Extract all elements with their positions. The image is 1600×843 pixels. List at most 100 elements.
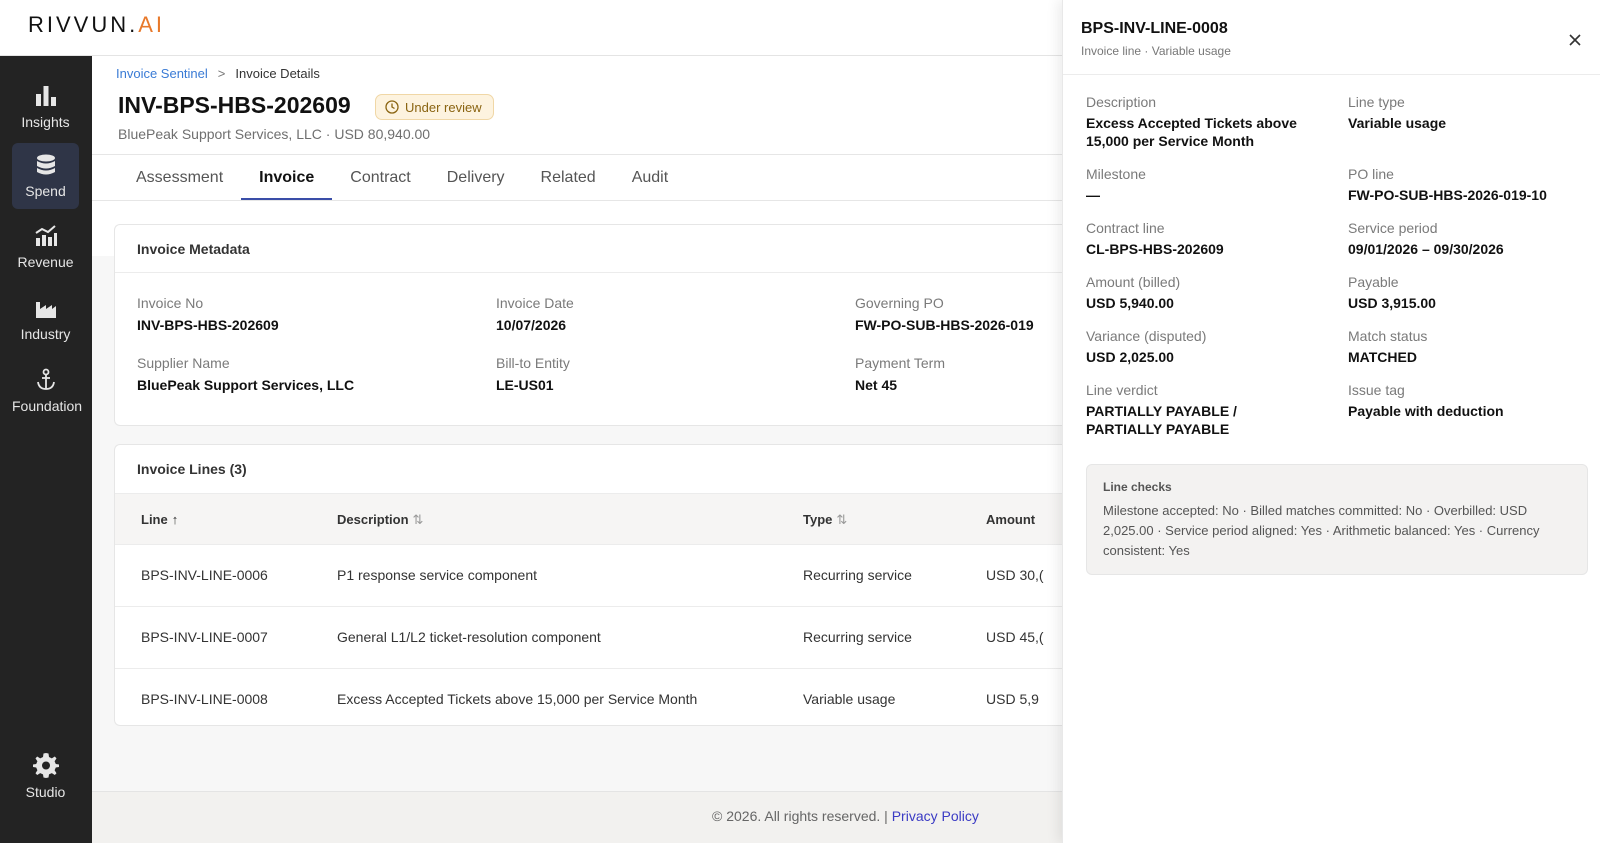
- divider: [1063, 74, 1600, 75]
- meta-invoice-date: Invoice Date 10/07/2026: [496, 295, 574, 333]
- field-value: Excess Accepted Tickets above 15,000 per…: [1086, 115, 1297, 149]
- field-value: Net 45: [855, 377, 898, 393]
- nav-item-insights[interactable]: Insights: [12, 74, 79, 140]
- breadcrumb-link-invoice-sentinel[interactable]: Invoice Sentinel: [116, 66, 208, 81]
- field-label: PO line: [1348, 166, 1394, 182]
- card-title: Invoice Lines (3): [137, 461, 247, 477]
- nav-label: Studio: [25, 784, 66, 800]
- card-title: Invoice Metadata: [137, 241, 250, 257]
- drawer-field-line-verdict: Line verdict PARTIALLY PAYABLE / PARTIAL…: [1086, 382, 1316, 438]
- drawer-field-po-line: PO line FW-PO-SUB-HBS-2026-019-10: [1348, 166, 1578, 204]
- nav-item-industry[interactable]: Industry: [12, 286, 79, 352]
- breadcrumb: Invoice Sentinel > Invoice Details: [116, 66, 320, 81]
- clock-icon: [385, 100, 399, 114]
- cell-amount: USD 45,(: [986, 629, 1044, 645]
- column-header-type[interactable]: Type ⇅: [803, 512, 847, 528]
- column-header-description[interactable]: Description ⇅: [337, 512, 423, 528]
- line-checks-panel: Line checks Milestone accepted: No · Bil…: [1086, 464, 1588, 575]
- field-label: Governing PO: [855, 295, 944, 311]
- app-logo[interactable]: RIVVUN.AI: [28, 12, 165, 38]
- close-icon[interactable]: [1565, 30, 1585, 50]
- gear-icon: [32, 753, 59, 778]
- field-value: MATCHED: [1348, 349, 1417, 365]
- field-value: 10/07/2026: [496, 317, 567, 333]
- field-value: Variable usage: [1348, 115, 1447, 131]
- tab-delivery[interactable]: Delivery: [429, 164, 523, 200]
- factory-icon: [35, 302, 56, 318]
- column-header-line[interactable]: Line ↑: [141, 512, 178, 527]
- field-value: 09/01/2026 – 09/30/2026: [1348, 241, 1504, 257]
- table-header: Line ↑ Description ⇅ Type ⇅ Amount: [115, 493, 1062, 545]
- sort-asc-icon: ↑: [171, 512, 179, 527]
- drawer-field-variance: Variance (disputed) USD 2,025.00: [1086, 328, 1316, 366]
- field-label: Description: [1086, 94, 1157, 110]
- tab-related[interactable]: Related: [523, 164, 614, 200]
- status-badge-label: Under review: [405, 99, 482, 115]
- table-row[interactable]: BPS-INV-LINE-0008 Excess Accepted Ticket…: [115, 669, 1062, 725]
- sort-icon: ⇅: [412, 512, 424, 527]
- drawer-field-payable: Payable USD 3,915.00: [1348, 274, 1578, 312]
- divider: [115, 272, 1062, 273]
- cell-line: BPS-INV-LINE-0006: [141, 567, 268, 583]
- drawer-field-milestone: Milestone —: [1086, 166, 1316, 204]
- page-title: INV-BPS-HBS-202609: [118, 92, 351, 118]
- sort-icon: ⇅: [836, 512, 848, 527]
- drawer-title: BPS-INV-LINE-0008: [1081, 20, 1228, 37]
- field-label: Supplier Name: [137, 355, 230, 371]
- page-footer: © 2026. All rights reserved. | Privacy P…: [92, 791, 1062, 843]
- status-badge: Under review: [375, 94, 494, 120]
- cell-description: General L1/L2 ticket-resolution componen…: [337, 629, 601, 645]
- divider: [92, 200, 1062, 201]
- field-label: Line type: [1348, 94, 1405, 110]
- column-header-amount[interactable]: Amount: [986, 512, 1035, 527]
- tab-audit[interactable]: Audit: [614, 164, 686, 200]
- field-value: FW-PO-SUB-HBS-2026-019-10: [1348, 187, 1547, 203]
- table-row[interactable]: BPS-INV-LINE-0006 P1 response service co…: [115, 545, 1062, 607]
- drawer-field-match-status: Match status MATCHED: [1348, 328, 1578, 366]
- field-value: —: [1086, 187, 1100, 203]
- tab-assessment[interactable]: Assessment: [118, 164, 241, 200]
- cell-type: Variable usage: [803, 691, 896, 707]
- meta-bill-to-entity: Bill-to Entity LE-US01: [496, 355, 570, 393]
- field-value: Payable with deduction: [1348, 403, 1504, 419]
- tab-bar: Assessment Invoice Contract Delivery Rel…: [118, 164, 686, 200]
- revenue-chart-icon: [34, 225, 57, 246]
- field-value: BluePeak Support Services, LLC: [137, 377, 355, 393]
- field-value: USD 5,940.00: [1086, 295, 1174, 311]
- privacy-policy-link[interactable]: Privacy Policy: [892, 808, 979, 824]
- tab-invoice[interactable]: Invoice: [241, 164, 333, 200]
- field-label: Match status: [1348, 328, 1428, 344]
- field-label: Variance (disputed): [1086, 328, 1207, 344]
- breadcrumb-separator: >: [217, 66, 226, 81]
- cell-amount: USD 30,(: [986, 567, 1044, 583]
- cell-line: BPS-INV-LINE-0008: [141, 691, 268, 707]
- cell-type: Recurring service: [803, 629, 912, 645]
- field-value: PARTIALLY PAYABLE / PARTIALLY PAYABLE: [1086, 403, 1237, 437]
- field-value: FW-PO-SUB-HBS-2026-019: [855, 317, 1034, 333]
- drawer-field-issue-tag: Issue tag Payable with deduction: [1348, 382, 1578, 420]
- field-label: Amount (billed): [1086, 274, 1181, 290]
- nav-label: Insights: [21, 114, 70, 130]
- table-row[interactable]: BPS-INV-LINE-0007 General L1/L2 ticket-r…: [115, 607, 1062, 669]
- drawer-field-description: Description Excess Accepted Tickets abov…: [1086, 94, 1316, 150]
- nav-item-spend[interactable]: Spend: [12, 143, 79, 209]
- nav-label: Spend: [25, 183, 66, 199]
- field-value: CL-BPS-HBS-202609: [1086, 241, 1224, 257]
- cell-line: BPS-INV-LINE-0007: [141, 629, 268, 645]
- drawer-field-contract-line: Contract line CL-BPS-HBS-202609: [1086, 220, 1316, 258]
- page-subtitle: BluePeak Support Services, LLC · USD 80,…: [118, 126, 431, 142]
- nav-item-revenue[interactable]: Revenue: [12, 214, 79, 280]
- drawer-field-line-type: Line type Variable usage: [1348, 94, 1578, 132]
- top-header: RIVVUN.AI: [0, 0, 1062, 56]
- field-label: Line verdict: [1086, 382, 1158, 398]
- nav-label: Revenue: [17, 254, 74, 270]
- field-label: Payment Term: [855, 355, 945, 371]
- nav-item-studio[interactable]: Studio: [12, 742, 79, 808]
- field-value: INV-BPS-HBS-202609: [137, 317, 279, 333]
- anchor-icon: [36, 368, 55, 390]
- drawer-field-service-period: Service period 09/01/2026 – 09/30/2026: [1348, 220, 1578, 258]
- line-checks-title: Line checks: [1103, 480, 1172, 494]
- tab-contract[interactable]: Contract: [332, 164, 428, 200]
- nav-item-foundation[interactable]: Foundation: [12, 358, 82, 424]
- line-checks-body: Milestone accepted: No · Billed matches …: [1103, 503, 1540, 558]
